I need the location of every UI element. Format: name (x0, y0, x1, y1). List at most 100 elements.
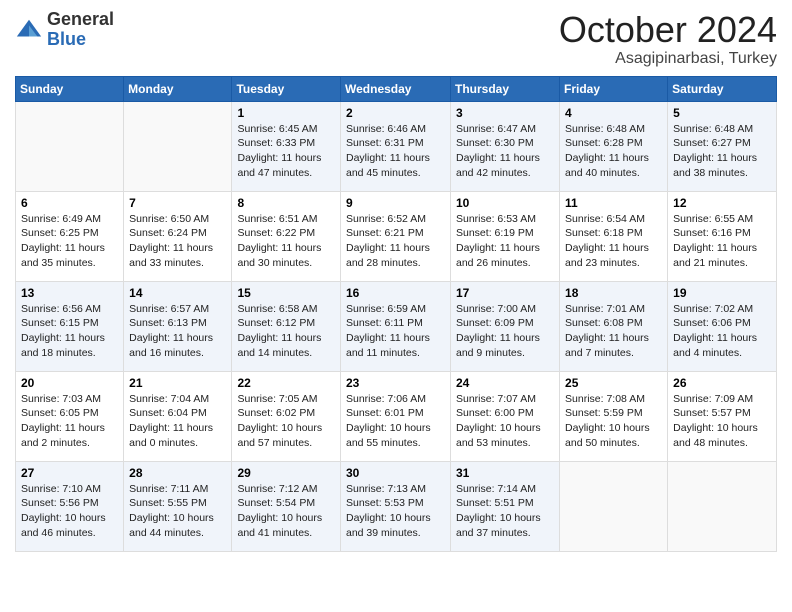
page: General Blue October 2024 Asagipinarbasi… (0, 0, 792, 612)
day-info: Sunrise: 7:14 AMSunset: 5:51 PMDaylight:… (456, 482, 554, 541)
day-number: 11 (565, 196, 662, 210)
day-info: Sunrise: 7:00 AMSunset: 6:09 PMDaylight:… (456, 302, 554, 361)
day-number: 6 (21, 196, 118, 210)
calendar-cell: 27 Sunrise: 7:10 AMSunset: 5:56 PMDayligh… (16, 461, 124, 551)
calendar-cell (668, 461, 777, 551)
calendar-cell: 8 Sunrise: 6:51 AMSunset: 6:22 PMDaylight… (232, 191, 341, 281)
day-info: Sunrise: 7:11 AMSunset: 5:55 PMDaylight:… (129, 482, 226, 541)
calendar-cell: 20 Sunrise: 7:03 AMSunset: 6:05 PMDayligh… (16, 371, 124, 461)
calendar-week-row-4: 20 Sunrise: 7:03 AMSunset: 6:05 PMDayligh… (16, 371, 777, 461)
calendar-cell: 18 Sunrise: 7:01 AMSunset: 6:08 PMDayligh… (560, 281, 668, 371)
calendar-cell: 17Sunrise: 7:00 AMSunset: 6:09 PMDayligh… (451, 281, 560, 371)
day-info: Sunrise: 7:10 AMSunset: 5:56 PMDaylight:… (21, 482, 118, 541)
title-block: October 2024 Asagipinarbasi, Turkey (559, 10, 777, 68)
calendar-cell: 31 Sunrise: 7:14 AMSunset: 5:51 PMDayligh… (451, 461, 560, 551)
day-number: 26 (673, 376, 771, 390)
day-number: 4 (565, 106, 662, 120)
day-number: 15 (237, 286, 335, 300)
logo-icon (15, 16, 43, 44)
day-number: 31 (456, 466, 554, 480)
calendar-cell: 21Sunrise: 7:04 AMSunset: 6:04 PMDayligh… (124, 371, 232, 461)
calendar-cell: 11 Sunrise: 6:54 AMSunset: 6:18 PMDayligh… (560, 191, 668, 281)
logo-blue-text: Blue (47, 30, 114, 50)
day-info: Sunrise: 7:09 AMSunset: 5:57 PMDaylight:… (673, 392, 771, 451)
calendar-location: Asagipinarbasi, Turkey (559, 50, 777, 68)
day-number: 29 (237, 466, 335, 480)
day-info: Sunrise: 6:47 AMSunset: 6:30 PMDaylight:… (456, 122, 554, 181)
day-info: Sunrise: 7:06 AMSunset: 6:01 PMDaylight:… (346, 392, 445, 451)
day-info: Sunrise: 6:58 AMSunset: 6:12 PMDaylight:… (237, 302, 335, 361)
day-info: Sunrise: 6:56 AMSunset: 6:15 PMDaylight:… (21, 302, 118, 361)
day-info: Sunrise: 7:07 AMSunset: 6:00 PMDaylight:… (456, 392, 554, 451)
logo-text: General Blue (47, 10, 114, 50)
day-info: Sunrise: 7:02 AMSunset: 6:06 PMDaylight:… (673, 302, 771, 361)
day-number: 8 (237, 196, 335, 210)
calendar-cell: 13 Sunrise: 6:56 AMSunset: 6:15 PMDayligh… (16, 281, 124, 371)
calendar-cell: 14Sunrise: 6:57 AMSunset: 6:13 PMDayligh… (124, 281, 232, 371)
day-number: 20 (21, 376, 118, 390)
calendar-cell: 2 Sunrise: 6:46 AMSunset: 6:31 PMDaylight… (341, 101, 451, 191)
calendar-table: SundayMondayTuesdayWednesdayThursdayFrid… (15, 76, 777, 552)
calendar-cell: 5 Sunrise: 6:48 AMSunset: 6:27 PMDaylight… (668, 101, 777, 191)
calendar-week-row-5: 27 Sunrise: 7:10 AMSunset: 5:56 PMDayligh… (16, 461, 777, 551)
day-number: 2 (346, 106, 445, 120)
day-info: Sunrise: 6:54 AMSunset: 6:18 PMDaylight:… (565, 212, 662, 271)
day-info: Sunrise: 6:57 AMSunset: 6:13 PMDaylight:… (129, 302, 226, 361)
day-number: 27 (21, 466, 118, 480)
day-number: 28 (129, 466, 226, 480)
weekday-header-thursday: Thursday (451, 76, 560, 101)
weekday-header-sunday: Sunday (16, 76, 124, 101)
day-number: 3 (456, 106, 554, 120)
calendar-cell: 3 Sunrise: 6:47 AMSunset: 6:30 PMDaylight… (451, 101, 560, 191)
weekday-header-tuesday: Tuesday (232, 76, 341, 101)
day-number: 9 (346, 196, 445, 210)
day-info: Sunrise: 6:55 AMSunset: 6:16 PMDaylight:… (673, 212, 771, 271)
calendar-cell: 28 Sunrise: 7:11 AMSunset: 5:55 PMDayligh… (124, 461, 232, 551)
day-info: Sunrise: 6:59 AMSunset: 6:11 PMDaylight:… (346, 302, 445, 361)
calendar-cell: 25Sunrise: 7:08 AMSunset: 5:59 PMDayligh… (560, 371, 668, 461)
day-number: 30 (346, 466, 445, 480)
calendar-cell: 9 Sunrise: 6:52 AMSunset: 6:21 PMDaylight… (341, 191, 451, 281)
weekday-header-wednesday: Wednesday (341, 76, 451, 101)
day-number: 23 (346, 376, 445, 390)
day-info: Sunrise: 7:04 AMSunset: 6:04 PMDaylight:… (129, 392, 226, 451)
day-info: Sunrise: 7:01 AMSunset: 6:08 PMDaylight:… (565, 302, 662, 361)
calendar-cell: 29 Sunrise: 7:12 AMSunset: 5:54 PMDayligh… (232, 461, 341, 551)
weekday-header-row: SundayMondayTuesdayWednesdayThursdayFrid… (16, 76, 777, 101)
day-number: 10 (456, 196, 554, 210)
calendar-cell: 12 Sunrise: 6:55 AMSunset: 6:16 PMDayligh… (668, 191, 777, 281)
calendar-cell: 24Sunrise: 7:07 AMSunset: 6:00 PMDayligh… (451, 371, 560, 461)
logo-general-text: General (47, 10, 114, 30)
day-number: 1 (237, 106, 335, 120)
day-number: 18 (565, 286, 662, 300)
day-info: Sunrise: 6:50 AMSunset: 6:24 PMDaylight:… (129, 212, 226, 271)
calendar-cell: 10 Sunrise: 6:53 AMSunset: 6:19 PMDayligh… (451, 191, 560, 281)
day-info: Sunrise: 6:48 AMSunset: 6:27 PMDaylight:… (673, 122, 771, 181)
calendar-cell: 26 Sunrise: 7:09 AMSunset: 5:57 PMDayligh… (668, 371, 777, 461)
day-info: Sunrise: 7:12 AMSunset: 5:54 PMDaylight:… (237, 482, 335, 541)
day-number: 13 (21, 286, 118, 300)
calendar-week-row-3: 13 Sunrise: 6:56 AMSunset: 6:15 PMDayligh… (16, 281, 777, 371)
day-info: Sunrise: 6:52 AMSunset: 6:21 PMDaylight:… (346, 212, 445, 271)
day-number: 16 (346, 286, 445, 300)
day-info: Sunrise: 7:03 AMSunset: 6:05 PMDaylight:… (21, 392, 118, 451)
calendar-cell: 30 Sunrise: 7:13 AMSunset: 5:53 PMDayligh… (341, 461, 451, 551)
calendar-cell: 23 Sunrise: 7:06 AMSunset: 6:01 PMDayligh… (341, 371, 451, 461)
day-number: 5 (673, 106, 771, 120)
calendar-cell: 22Sunrise: 7:05 AMSunset: 6:02 PMDayligh… (232, 371, 341, 461)
day-number: 7 (129, 196, 226, 210)
day-info: Sunrise: 6:46 AMSunset: 6:31 PMDaylight:… (346, 122, 445, 181)
day-info: Sunrise: 7:13 AMSunset: 5:53 PMDaylight:… (346, 482, 445, 541)
calendar-cell: 19Sunrise: 7:02 AMSunset: 6:06 PMDayligh… (668, 281, 777, 371)
calendar-title: October 2024 (559, 10, 777, 50)
day-info: Sunrise: 7:08 AMSunset: 5:59 PMDaylight:… (565, 392, 662, 451)
day-info: Sunrise: 7:05 AMSunset: 6:02 PMDaylight:… (237, 392, 335, 451)
header: General Blue October 2024 Asagipinarbasi… (15, 10, 777, 68)
day-number: 12 (673, 196, 771, 210)
weekday-header-saturday: Saturday (668, 76, 777, 101)
calendar-week-row-1: 1Sunrise: 6:45 AMSunset: 6:33 PMDaylight… (16, 101, 777, 191)
day-info: Sunrise: 6:53 AMSunset: 6:19 PMDaylight:… (456, 212, 554, 271)
day-info: Sunrise: 6:51 AMSunset: 6:22 PMDaylight:… (237, 212, 335, 271)
calendar-cell: 15 Sunrise: 6:58 AMSunset: 6:12 PMDayligh… (232, 281, 341, 371)
calendar-cell: 16 Sunrise: 6:59 AMSunset: 6:11 PMDayligh… (341, 281, 451, 371)
